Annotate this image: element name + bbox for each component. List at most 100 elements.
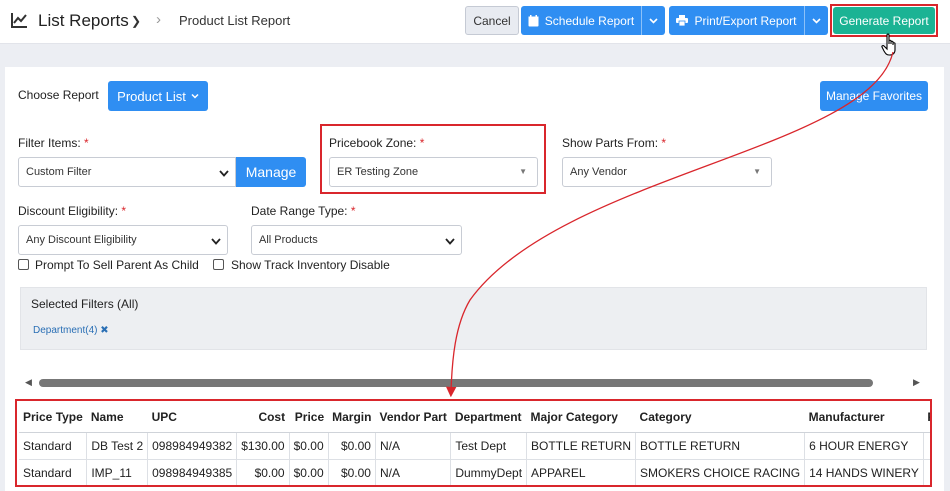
hand-cursor-icon [881,33,896,56]
column-header[interactable]: Name [86,403,148,433]
table-row[interactable]: Standard DB Test 2 098984949382 $130.00 … [19,432,930,460]
page-title: List Reports [38,11,129,30]
required-marker: * [84,136,89,150]
results-table-highlight: Price Type Name UPC Cost Price Margin Ve… [15,399,932,487]
column-header[interactable]: Price Type [19,403,87,433]
close-icon[interactable]: ✖ [100,325,108,336]
caret-down-icon: ▼ [753,167,761,176]
selected-filters-panel [20,287,927,350]
table-cell [923,432,930,460]
print-export-label: Print/Export Report [694,13,797,28]
table-cell: APPAREL [526,459,637,485]
choose-report-label: Choose Report [18,88,99,102]
table-cell: $0.00 [328,432,376,460]
table-cell: IMP_11 [86,459,149,485]
schedule-report-label: Schedule Report [544,13,635,28]
column-header[interactable]: Manufacturer [804,403,924,433]
printer-icon [676,15,689,26]
table-cell: SMOKERS CHOICE RACING [635,459,806,485]
pricebook-zone-value: ER Testing Zone [337,166,419,178]
table-cell: N/A [375,459,452,485]
filter-items-select[interactable]: Custom Filter [18,157,236,187]
prompt-sell-parent-checkbox[interactable] [18,259,29,270]
table-row[interactable]: Standard IMP_11 098984949385 $0.00 $0.00… [19,459,930,485]
scroll-right-icon[interactable]: ▶ [913,377,920,388]
filter-tag[interactable]: Department(4) ✖ [33,325,109,336]
table-cell: Standard [19,432,88,460]
show-parts-label: Show Parts From: * [562,136,666,150]
column-header[interactable]: Margin [328,403,376,433]
table-cell: N/A [375,432,452,460]
schedule-dropdown-toggle[interactable] [641,6,665,35]
discount-eligibility-select[interactable]: Any Discount Eligibility [18,225,228,255]
table-cell: $0.00 [289,459,329,485]
results-table: Price Type Name UPC Cost Price Margin Ve… [19,403,930,485]
table-cell: 14 HANDS WINERY [804,459,924,485]
column-header[interactable]: Cost [236,403,290,433]
breadcrumb: Product List Report [179,13,291,28]
product-list-label: Product List [117,88,186,104]
table-cell: $0.00 [289,432,329,460]
table-header-row: Price Type Name UPC Cost Price Margin Ve… [19,403,930,433]
table-cell: $0.00 [328,459,376,485]
scroll-left-icon[interactable]: ◀ [25,377,32,388]
table-cell: 6 HOUR ENERGY [804,432,924,460]
show-parts-value: Any Vendor [570,166,627,178]
table-cell: 098984949382 [147,432,238,460]
date-range-text: Date Range Type: [251,204,348,218]
chevron-down-icon [219,170,229,177]
filter-items-text: Filter Items: [18,136,81,150]
column-header[interactable]: POS [923,403,930,433]
cancel-button[interactable]: Cancel [465,6,519,35]
print-export-button[interactable]: Print/Export Report [669,6,828,35]
table-cell: DummyDept [450,459,528,485]
column-header[interactable]: Department [450,403,527,433]
discount-eligibility-value: Any Discount Eligibility [26,234,137,246]
column-header[interactable]: Category [635,403,805,433]
track-inventory-checkbox[interactable] [213,259,224,270]
date-range-value: All Products [259,234,318,246]
chevron-down-icon [211,238,221,245]
filter-items-value: Custom Filter [26,166,92,178]
schedule-report-button[interactable]: Schedule Report [521,6,665,35]
print-dropdown-toggle[interactable] [804,6,828,35]
chevron-down-icon [649,17,658,24]
scrollbar-thumb[interactable] [39,379,873,387]
table-cell: BOTTLE RETURN [526,432,637,460]
manage-favorites-button[interactable]: Manage Favorites [820,81,928,111]
caret-down-icon: ▼ [519,167,527,176]
product-list-button[interactable]: Product List [108,81,208,111]
pricebook-zone-select[interactable]: ER Testing Zone ▼ [329,157,538,187]
show-parts-select[interactable]: Any Vendor ▼ [562,157,772,187]
selected-filters-title: Selected Filters (All) [31,297,139,311]
chevron-down-icon[interactable]: ❯ [131,14,141,28]
prompt-sell-parent-label: Prompt To Sell Parent As Child [35,258,199,272]
discount-eligibility-label: Discount Eligibility: * [18,204,126,218]
required-marker: * [350,204,356,218]
table-cell: DB Test 2 [86,432,149,460]
table-cell: BOTTLE RETURN [635,432,806,460]
table-cell [923,459,930,485]
column-header[interactable]: Price [289,403,329,433]
table-cell: Test Dept [450,432,528,460]
required-marker: * [661,136,667,150]
chevron-down-icon [191,93,199,99]
filter-tag-label: Department(4) [33,325,98,336]
line-chart-icon [11,13,27,28]
show-parts-text: Show Parts From: [562,136,659,150]
generate-report-button[interactable]: Generate Report [833,7,935,34]
breadcrumb-separator-icon: › [156,11,161,28]
calendar-icon [528,14,539,26]
required-marker: * [121,204,127,218]
filter-items-label: Filter Items: * [18,136,89,150]
column-header[interactable]: UPC [147,403,237,433]
chevron-down-icon [445,238,455,245]
date-range-label: Date Range Type: * [251,204,356,218]
column-header[interactable]: Major Category [526,403,636,433]
table-cell: $130.00 [236,432,290,460]
table-cell: $0.00 [236,459,290,485]
date-range-select[interactable]: All Products [251,225,462,255]
manage-filters-button[interactable]: Manage [236,157,306,187]
column-header[interactable]: Vendor Part [375,403,451,433]
chevron-down-icon [812,17,821,24]
